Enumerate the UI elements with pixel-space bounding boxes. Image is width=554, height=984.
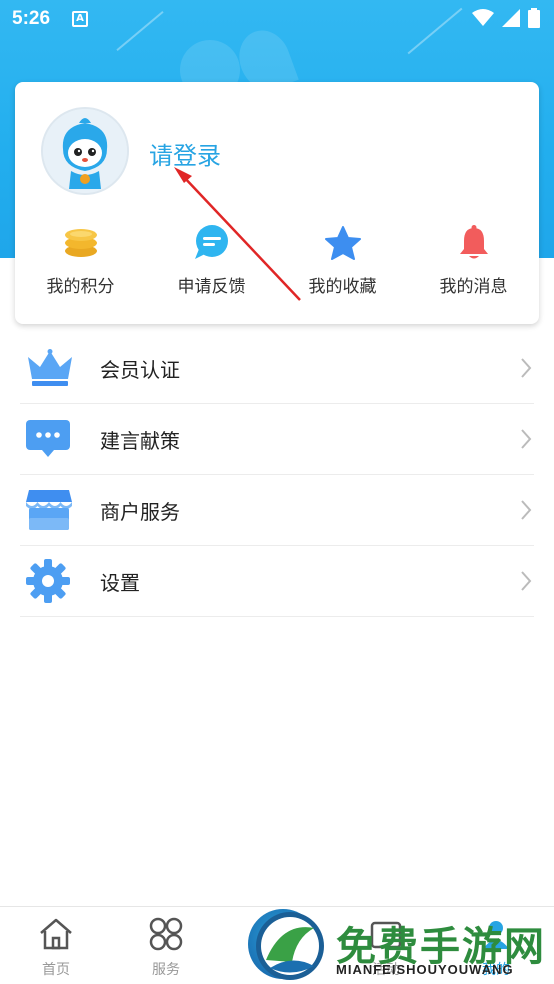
star-icon (324, 226, 361, 260)
quick-actions: 我的积分 申请反馈 我的收藏 我的消息 (15, 222, 539, 297)
watermark: 免费手游网 MIANFEISHOUYOUWANG (252, 908, 554, 984)
menu-item-label: 建言献策 (100, 428, 180, 453)
menu-item-label: 会员认证 (100, 357, 180, 382)
tab-label: 首页 (42, 962, 70, 978)
crown-icon (28, 349, 72, 386)
quick-action-label: 我的收藏 (308, 277, 377, 297)
watermark-logo (256, 912, 324, 980)
menu-item-merchant[interactable]: 商户服务 (20, 475, 534, 546)
chevron-right-icon (521, 429, 532, 449)
login-link[interactable]: 请登录 (149, 136, 221, 171)
menu-item-settings[interactable]: 设置 (20, 546, 534, 617)
mascot-avatar-icon[interactable] (41, 107, 129, 195)
gear-icon (26, 559, 70, 603)
status-bar: 5:26 A (0, 0, 554, 38)
quick-action-favorites[interactable]: 我的收藏 (277, 222, 408, 297)
shop-icon (26, 490, 72, 530)
chat-bubble-icon (194, 225, 228, 259)
chevron-right-icon (521, 571, 532, 591)
wifi-icon (472, 9, 494, 26)
quick-action-messages[interactable]: 我的消息 (408, 222, 539, 297)
menu-list: 会员认证 建言献策 商户服务 设置 (20, 333, 534, 617)
menu-item-label: 设置 (100, 570, 140, 595)
menu-item-membership[interactable]: 会员认证 (20, 333, 534, 404)
status-time: 5:26 (12, 8, 51, 29)
chevron-right-icon (521, 500, 532, 520)
battery-icon (528, 8, 540, 28)
grid-icon (149, 917, 183, 951)
watermark-subtitle: MIANFEISHOUYOUWANG (336, 962, 514, 977)
tab-services[interactable]: 服务 (126, 917, 206, 979)
home-icon (40, 918, 72, 950)
chevron-right-icon (521, 358, 532, 378)
coins-icon (64, 229, 97, 257)
menu-item-label: 商户服务 (100, 499, 180, 524)
message-icon (26, 420, 70, 457)
menu-item-suggestions[interactable]: 建言献策 (20, 404, 534, 475)
quick-action-label: 我的积分 (46, 277, 115, 297)
signal-icon (502, 9, 520, 27)
quick-action-points[interactable]: 我的积分 (15, 222, 146, 297)
tab-label: 服务 (152, 962, 180, 978)
bell-icon (459, 225, 488, 259)
status-icons (472, 8, 540, 28)
profile-card: 请登录 我的积分 申请反馈 我的收藏 我的消息 (15, 82, 539, 324)
quick-action-label: 我的消息 (439, 277, 508, 297)
quick-action-label: 申请反馈 (177, 277, 246, 297)
notification-icon: A (72, 11, 89, 27)
quick-action-feedback[interactable]: 申请反馈 (146, 222, 277, 297)
tab-home[interactable]: 首页 (16, 917, 96, 979)
